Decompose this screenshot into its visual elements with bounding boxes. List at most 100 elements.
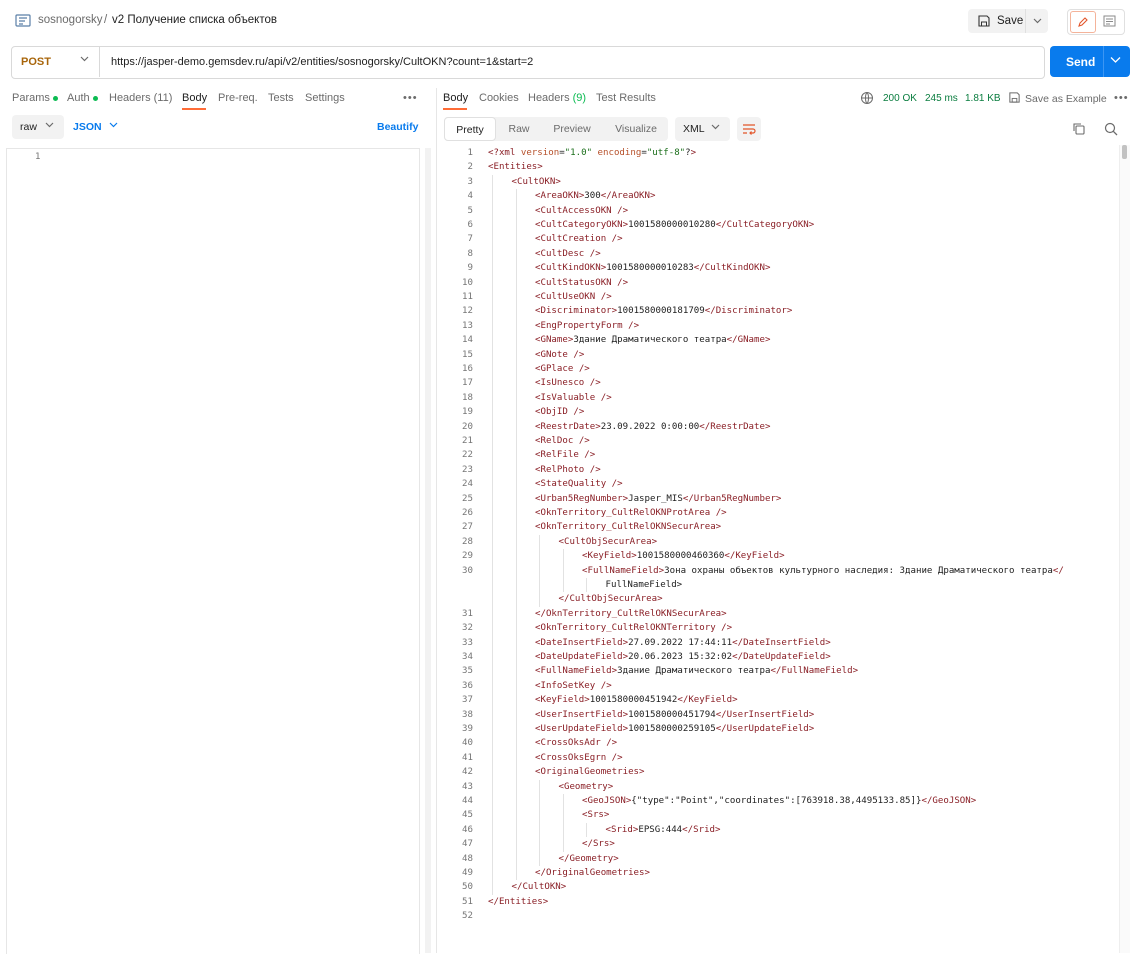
code-text: </OriginalGeometries>: [535, 868, 650, 878]
indent-guide: [515, 750, 517, 766]
url-input[interactable]: https://jasper-demo.gemsdev.ru/api/v2/en…: [111, 56, 533, 68]
response-time[interactable]: 245 ms: [925, 93, 958, 104]
indent-guide: [492, 462, 493, 478]
indent-guide: [515, 218, 517, 233]
code-line: 29 <KeyField>1001580000460360</KeyField>: [440, 549, 1120, 563]
code-line: 11 <CultUseOKN />: [440, 290, 1120, 304]
code-line: 37 <KeyField>1001580000451942</KeyField>: [440, 693, 1120, 707]
request-editor-scrollbar[interactable]: [425, 148, 431, 953]
code-text: <GNote />: [535, 349, 585, 360]
indent-guide: [539, 578, 540, 593]
request-name[interactable]: v2 Получение списка объектов: [112, 14, 277, 26]
tab-tests[interactable]: Tests: [268, 92, 294, 104]
indent-guide: [492, 448, 493, 463]
response-scrollbar[interactable]: [1119, 145, 1130, 953]
request-body-editor[interactable]: 1: [6, 148, 420, 954]
indent-guide: [515, 822, 517, 838]
line-number: 3: [467, 176, 473, 187]
tab-test-results[interactable]: Test Results: [596, 92, 656, 104]
code-text: <CultUseOKN />: [535, 292, 612, 302]
tab-params[interactable]: Params: [12, 92, 58, 104]
indent-guide: [515, 462, 517, 478]
indent-guide: [492, 722, 493, 737]
indent-guide: [515, 405, 517, 420]
body-mode-select[interactable]: raw: [12, 115, 64, 139]
wrap-lines-button[interactable]: [737, 117, 761, 141]
body-language-select[interactable]: JSON: [73, 121, 102, 133]
code-line: 26 <OknTerritory_CultRelOKNProtArea />: [440, 506, 1120, 520]
chevron-down-icon[interactable]: [109, 122, 118, 128]
line-number: 20: [462, 421, 473, 432]
format-label: XML: [683, 123, 705, 135]
indent-guide: [515, 246, 517, 262]
tab-auth[interactable]: Auth: [67, 92, 98, 104]
line-number: 26: [462, 508, 473, 518]
indent-guide: [492, 506, 493, 521]
save-as-example-button[interactable]: Save as Example: [1025, 93, 1107, 105]
line-number: 32: [462, 623, 473, 634]
indent-guide: [515, 189, 517, 204]
tab-response-body[interactable]: Body: [443, 92, 468, 104]
view-preview[interactable]: Preview: [544, 117, 600, 141]
line-number: 19: [462, 407, 473, 418]
edit-mode-button[interactable]: [1070, 11, 1096, 33]
send-button[interactable]: Send: [1050, 46, 1130, 77]
format-select[interactable]: XML: [675, 117, 730, 141]
code-line: 4 <AreaOKN>300</AreaOKN>: [440, 189, 1120, 203]
save-button[interactable]: Save: [968, 9, 1048, 33]
indent-guide: [515, 722, 517, 737]
view-pretty[interactable]: Pretty: [444, 117, 496, 141]
code-line: 40 <CrossOksAdr />: [440, 736, 1120, 750]
line-number: 44: [462, 796, 473, 806]
line-number: 11: [462, 292, 473, 302]
indent-guide: [515, 534, 517, 550]
code-line: 17 <IsUnesco />: [440, 376, 1120, 390]
chevron-down-icon: [80, 56, 89, 62]
indent-guide: [515, 693, 517, 708]
method-select[interactable]: POST: [11, 46, 100, 77]
code-line: 30 <FullNameField>Зона охраны объектов ку…: [440, 564, 1120, 578]
search-icon[interactable]: [1104, 122, 1118, 136]
beautify-button[interactable]: Beautify: [377, 121, 418, 133]
code-line: 20 <ReestrDate>23.09.2022 0:00:00</Reestr…: [440, 420, 1120, 434]
indent-guide: [492, 376, 493, 391]
save-dropdown[interactable]: [1025, 9, 1048, 33]
code-text: <ReestrDate>23.09.2022 0:00:00</ReestrDa…: [535, 421, 771, 432]
indent-guide: [539, 851, 540, 866]
code-line: 23 <RelPhoto />: [440, 463, 1120, 477]
view-visualize[interactable]: Visualize: [606, 117, 666, 141]
indent-guide: [562, 794, 564, 809]
line-number: 45: [462, 810, 473, 821]
tab-headers[interactable]: Headers (11): [109, 92, 172, 104]
tab-body[interactable]: Body: [182, 92, 207, 104]
tab-settings[interactable]: Settings: [305, 92, 345, 104]
network-globe-icon[interactable]: [860, 91, 874, 105]
code-text: <CultDesc />: [535, 248, 601, 259]
copy-icon[interactable]: [1072, 122, 1085, 135]
tab-response-headers[interactable]: Headers (9): [528, 92, 586, 104]
more-options-icon[interactable]: •••: [403, 92, 418, 104]
more-options-icon[interactable]: •••: [1114, 92, 1129, 104]
indent-guide: [492, 174, 493, 190]
code-line: 24 <StateQuality />: [440, 477, 1120, 491]
breadcrumb-workspace[interactable]: sosnogorsky: [38, 14, 103, 26]
chevron-down-icon[interactable]: [1110, 56, 1121, 64]
tab-pre-req[interactable]: Pre-req.: [218, 92, 258, 104]
indent-guide: [492, 707, 493, 722]
tab-cookies[interactable]: Cookies: [479, 92, 519, 104]
line-number: 38: [462, 709, 473, 720]
docs-mode-button[interactable]: [1100, 12, 1118, 30]
code-line: 28 <CultObjSecurArea>: [440, 535, 1120, 549]
scrollbar-thumb[interactable]: [1122, 145, 1127, 159]
line-number: 37: [462, 695, 473, 706]
pane-divider[interactable]: [436, 88, 437, 953]
response-size[interactable]: 1.81 KB: [965, 93, 1001, 104]
code-line: 22 <RelFile />: [440, 448, 1120, 462]
status-code[interactable]: 200 OK: [883, 93, 917, 104]
code-line: 38 <UserInsertField>1001580000451794</Use…: [440, 708, 1120, 722]
code-text: </CultOKN>: [511, 882, 567, 893]
indent-guide: [562, 549, 564, 564]
view-raw[interactable]: Raw: [498, 117, 540, 141]
indent-guide: [492, 693, 493, 708]
code-line: 36 <InfoSetKey />: [440, 679, 1120, 693]
